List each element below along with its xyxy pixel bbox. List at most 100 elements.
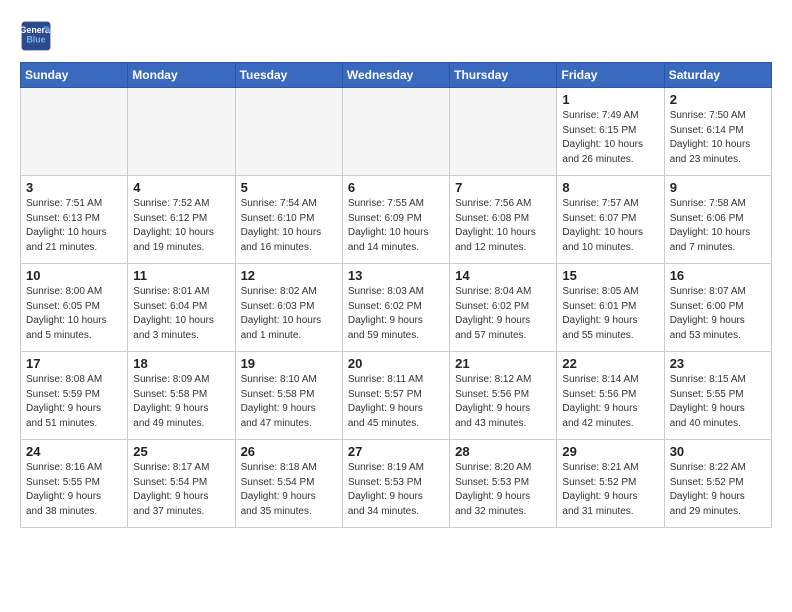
day-of-week-header: Monday [128,63,235,88]
day-info: Sunrise: 8:14 AM Sunset: 5:56 PM Dayligh… [562,373,658,431]
day-info: Sunrise: 8:07 AM Sunset: 6:00 PM Dayligh… [670,285,766,343]
day-number: 26 [241,444,337,459]
calendar-cell: 12Sunrise: 8:02 AM Sunset: 6:03 PM Dayli… [235,264,342,352]
day-info: Sunrise: 8:08 AM Sunset: 5:59 PM Dayligh… [26,373,122,431]
calendar-table: SundayMondayTuesdayWednesdayThursdayFrid… [20,62,772,528]
day-of-week-header: Thursday [450,63,557,88]
day-info: Sunrise: 7:54 AM Sunset: 6:10 PM Dayligh… [241,197,337,255]
day-number: 19 [241,356,337,371]
logo: General Blue [20,20,58,52]
day-number: 11 [133,268,229,283]
calendar-cell [128,88,235,176]
calendar-cell: 17 Sunrise: 8:08 AM Sunset: 5:59 PM Dayli… [21,352,128,440]
calendar-page: General Blue SundayMondayTuesdayWednesda… [0,0,792,538]
calendar-cell: 7Sunrise: 7:56 AM Sunset: 6:08 PM Daylig… [450,176,557,264]
day-of-week-header: Sunday [21,63,128,88]
day-number: 7 [455,180,551,195]
calendar-cell: 5 Sunrise: 7:54 AM Sunset: 6:10 PM Daylig… [235,176,342,264]
day-info: Sunrise: 8:00 AM Sunset: 6:05 PM Dayligh… [26,285,122,343]
day-number: 3 [26,180,122,195]
day-info: Sunrise: 7:57 AM Sunset: 6:07 PM Dayligh… [562,197,658,255]
day-info: Sunrise: 7:49 AM Sunset: 6:15 PM Dayligh… [562,109,658,167]
calendar-cell: 9 Sunrise: 7:58 AM Sunset: 6:06 PM Daylig… [664,176,771,264]
day-number: 30 [670,444,766,459]
day-number: 1 [562,92,658,107]
day-info: Sunrise: 7:51 AM Sunset: 6:13 PM Dayligh… [26,197,122,255]
day-number: 14 [455,268,551,283]
calendar-cell: 3 Sunrise: 7:51 AM Sunset: 6:13 PM Daylig… [21,176,128,264]
calendar-cell: 4 Sunrise: 7:52 AM Sunset: 6:12 PM Daylig… [128,176,235,264]
day-info: Sunrise: 8:02 AM Sunset: 6:03 PM Dayligh… [241,285,337,343]
calendar-cell: 2Sunrise: 7:50 AM Sunset: 6:14 PM Daylig… [664,88,771,176]
day-info: Sunrise: 8:11 AM Sunset: 5:57 PM Dayligh… [348,373,444,431]
day-info: Sunrise: 8:22 AM Sunset: 5:52 PM Dayligh… [670,461,766,519]
day-info: Sunrise: 8:21 AM Sunset: 5:52 PM Dayligh… [562,461,658,519]
day-info: Sunrise: 8:19 AM Sunset: 5:53 PM Dayligh… [348,461,444,519]
calendar-cell: 16 Sunrise: 8:07 AM Sunset: 6:00 PM Dayli… [664,264,771,352]
day-number: 24 [26,444,122,459]
day-of-week-header: Saturday [664,63,771,88]
calendar-cell [342,88,449,176]
logo-icon: General Blue [20,20,52,52]
day-number: 13 [348,268,444,283]
calendar-cell: 21Sunrise: 8:12 AM Sunset: 5:56 PM Dayli… [450,352,557,440]
day-info: Sunrise: 7:50 AM Sunset: 6:14 PM Dayligh… [670,109,766,167]
calendar-cell: 10 Sunrise: 8:00 AM Sunset: 6:05 PM Dayli… [21,264,128,352]
day-number: 25 [133,444,229,459]
day-number: 17 [26,356,122,371]
day-of-week-header: Tuesday [235,63,342,88]
calendar-cell: 23 Sunrise: 8:15 AM Sunset: 5:55 PM Dayli… [664,352,771,440]
calendar-cell: 6Sunrise: 7:55 AM Sunset: 6:09 PM Daylig… [342,176,449,264]
calendar-week-row: 24 Sunrise: 8:16 AM Sunset: 5:55 PM Dayli… [21,440,772,528]
day-info: Sunrise: 7:52 AM Sunset: 6:12 PM Dayligh… [133,197,229,255]
day-info: Sunrise: 8:16 AM Sunset: 5:55 PM Dayligh… [26,461,122,519]
calendar-week-row: 3 Sunrise: 7:51 AM Sunset: 6:13 PM Daylig… [21,176,772,264]
calendar-cell: 25 Sunrise: 8:17 AM Sunset: 5:54 PM Dayli… [128,440,235,528]
day-number: 23 [670,356,766,371]
calendar-cell: 29 Sunrise: 8:21 AM Sunset: 5:52 PM Dayli… [557,440,664,528]
day-info: Sunrise: 8:15 AM Sunset: 5:55 PM Dayligh… [670,373,766,431]
day-info: Sunrise: 8:03 AM Sunset: 6:02 PM Dayligh… [348,285,444,343]
calendar-cell: 18Sunrise: 8:09 AM Sunset: 5:58 PM Dayli… [128,352,235,440]
day-info: Sunrise: 8:05 AM Sunset: 6:01 PM Dayligh… [562,285,658,343]
day-number: 18 [133,356,229,371]
calendar-cell: 19 Sunrise: 8:10 AM Sunset: 5:58 PM Dayli… [235,352,342,440]
calendar-cell [450,88,557,176]
calendar-header-row: SundayMondayTuesdayWednesdayThursdayFrid… [21,63,772,88]
day-number: 29 [562,444,658,459]
day-number: 21 [455,356,551,371]
calendar-cell: 13 Sunrise: 8:03 AM Sunset: 6:02 PM Dayli… [342,264,449,352]
day-info: Sunrise: 8:04 AM Sunset: 6:02 PM Dayligh… [455,285,551,343]
day-number: 16 [670,268,766,283]
calendar-cell: 27Sunrise: 8:19 AM Sunset: 5:53 PM Dayli… [342,440,449,528]
calendar-cell: 28 Sunrise: 8:20 AM Sunset: 5:53 PM Dayli… [450,440,557,528]
day-number: 15 [562,268,658,283]
day-number: 22 [562,356,658,371]
day-number: 28 [455,444,551,459]
day-info: Sunrise: 7:58 AM Sunset: 6:06 PM Dayligh… [670,197,766,255]
calendar-cell: 20 Sunrise: 8:11 AM Sunset: 5:57 PM Dayli… [342,352,449,440]
day-number: 4 [133,180,229,195]
day-info: Sunrise: 8:20 AM Sunset: 5:53 PM Dayligh… [455,461,551,519]
day-of-week-header: Friday [557,63,664,88]
calendar-cell [235,88,342,176]
calendar-cell: 8 Sunrise: 7:57 AM Sunset: 6:07 PM Daylig… [557,176,664,264]
calendar-cell: 1 Sunrise: 7:49 AM Sunset: 6:15 PM Daylig… [557,88,664,176]
calendar-cell: 24 Sunrise: 8:16 AM Sunset: 5:55 PM Dayli… [21,440,128,528]
calendar-cell: 15 Sunrise: 8:05 AM Sunset: 6:01 PM Dayli… [557,264,664,352]
calendar-cell: 30 Sunrise: 8:22 AM Sunset: 5:52 PM Dayli… [664,440,771,528]
day-number: 9 [670,180,766,195]
day-number: 10 [26,268,122,283]
svg-text:Blue: Blue [26,34,45,44]
calendar-week-row: 17 Sunrise: 8:08 AM Sunset: 5:59 PM Dayli… [21,352,772,440]
day-info: Sunrise: 8:17 AM Sunset: 5:54 PM Dayligh… [133,461,229,519]
calendar-cell [21,88,128,176]
day-info: Sunrise: 8:10 AM Sunset: 5:58 PM Dayligh… [241,373,337,431]
day-number: 5 [241,180,337,195]
header: General Blue [20,20,772,52]
day-number: 8 [562,180,658,195]
day-number: 20 [348,356,444,371]
calendar-cell: 14 Sunrise: 8:04 AM Sunset: 6:02 PM Dayli… [450,264,557,352]
calendar-cell: 11Sunrise: 8:01 AM Sunset: 6:04 PM Dayli… [128,264,235,352]
day-number: 6 [348,180,444,195]
